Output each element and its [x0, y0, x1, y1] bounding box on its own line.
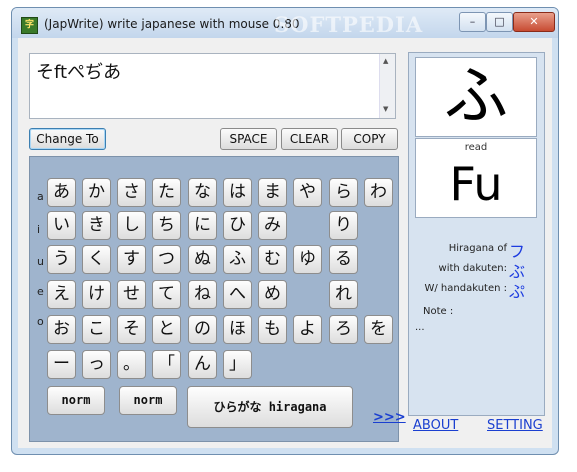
hiragana-of-label: Hiragana of [448, 243, 507, 254]
kana-key[interactable]: う [47, 245, 76, 274]
read-label: read [464, 142, 488, 153]
kana-key[interactable]: ろ [329, 315, 358, 344]
kana-key[interactable]: も [258, 315, 287, 344]
kana-key[interactable]: し [117, 211, 146, 240]
softpedia-watermark: SOFTPEDIA [274, 12, 424, 37]
vowel-label-i: i [37, 223, 41, 236]
kana-key[interactable]: ひ [223, 211, 252, 240]
kana-key[interactable]: く [82, 245, 111, 274]
kana-key[interactable]: よ [293, 315, 322, 344]
kana-key[interactable]: き [82, 211, 111, 240]
scroll-down-icon[interactable]: ▼ [383, 105, 388, 113]
kana-key[interactable]: い [47, 211, 76, 240]
kana-key[interactable]: み [258, 211, 287, 240]
kana-key[interactable]: ん [188, 350, 217, 379]
kana-key[interactable]: む [258, 245, 287, 274]
kana-key[interactable]: ほ [223, 315, 252, 344]
kana-key[interactable]: か [82, 178, 111, 207]
dakuten-label: with dakuten: [438, 263, 507, 274]
handakuten-label: W/ handakuten : [424, 283, 508, 294]
kana-key[interactable]: り [329, 211, 358, 240]
selected-character: ふ [415, 57, 537, 137]
kana-key[interactable]: ち [152, 211, 181, 240]
kana-key[interactable]: ー [47, 350, 76, 379]
kana-key[interactable]: え [47, 280, 76, 309]
more-link[interactable]: >>> [373, 410, 406, 425]
norm-button-1[interactable]: norm [47, 386, 105, 415]
clear-button[interactable]: CLEAR [281, 128, 338, 150]
kana-key[interactable]: ぬ [188, 245, 217, 274]
kana-key[interactable]: に [188, 211, 217, 240]
minimize-button[interactable]: – [459, 12, 486, 32]
app-window: 字 (JapWrite) write japanese with mouse 0… [11, 7, 559, 455]
norm-button-2[interactable]: norm [119, 386, 177, 415]
close-button[interactable]: ✕ [513, 12, 555, 32]
kana-key[interactable]: あ [47, 178, 76, 207]
kana-key[interactable]: わ [364, 178, 393, 207]
kana-key[interactable]: た [152, 178, 181, 207]
kana-key[interactable]: 」 [223, 350, 252, 379]
kana-key[interactable]: こ [82, 315, 111, 344]
maximize-button[interactable]: □ [486, 12, 513, 32]
scroll-up-icon[interactable]: ▲ [383, 57, 388, 65]
setting-link[interactable]: SETTING [487, 418, 543, 433]
kana-key[interactable]: さ [117, 178, 146, 207]
title-bar[interactable]: 字 (JapWrite) write japanese with mouse 0… [12, 8, 558, 38]
text-output-area[interactable]: そftぺぢあ ▲ ▼ [29, 53, 396, 119]
text-scrollbar[interactable]: ▲ ▼ [379, 54, 395, 118]
kana-key[interactable]: と [152, 315, 181, 344]
vowel-label-u: u [37, 255, 44, 268]
kana-key[interactable]: の [188, 315, 217, 344]
note-value: ... [415, 322, 425, 333]
kana-key[interactable]: ら [329, 178, 358, 207]
about-link[interactable]: ABOUT [413, 418, 458, 433]
kana-key[interactable]: へ [223, 280, 252, 309]
kana-key[interactable]: て [152, 280, 181, 309]
kana-key[interactable]: 。 [117, 350, 146, 379]
kana-key[interactable]: っ [82, 350, 111, 379]
vowel-label-a: a [37, 190, 44, 203]
script-mode-button[interactable]: ひらがな hiragana [187, 386, 353, 428]
kana-key[interactable]: な [188, 178, 217, 207]
text-output-value: そftぺぢあ [36, 62, 122, 83]
change-to-button[interactable]: Change To [29, 128, 106, 150]
preview-panel: ふ read Fu Hiragana of フ with dakuten: ぶ … [408, 52, 545, 416]
kana-key[interactable]: れ [329, 280, 358, 309]
kana-key[interactable]: め [258, 280, 287, 309]
copy-button[interactable]: COPY [341, 128, 398, 150]
window-title: (JapWrite) write japanese with mouse 0.8… [44, 17, 300, 31]
kana-key[interactable]: せ [117, 280, 146, 309]
kana-key[interactable]: ゆ [293, 245, 322, 274]
kana-key[interactable]: ま [258, 178, 287, 207]
client-area: そftぺぢあ ▲ ▼ Change To SPACE CLEAR COPY a … [18, 38, 552, 448]
kana-key[interactable]: ね [188, 280, 217, 309]
japwrite-app-icon[interactable]: 字 [21, 17, 38, 34]
space-button[interactable]: SPACE [220, 128, 277, 150]
note-label: Note : [423, 306, 454, 317]
kana-key[interactable]: 「 [152, 350, 181, 379]
handakuten-value: ぷ [509, 282, 526, 301]
kana-key[interactable]: す [117, 245, 146, 274]
kana-key[interactable]: そ [117, 315, 146, 344]
reading-box: read Fu [415, 138, 537, 218]
kana-key[interactable]: を [364, 315, 393, 344]
kana-key[interactable]: る [329, 245, 358, 274]
kana-key[interactable]: お [47, 315, 76, 344]
kana-key[interactable]: は [223, 178, 252, 207]
romaji-reading: Fu [449, 157, 503, 211]
kana-keyboard: a i u e o norm norm ひらがな hiragana >>> あか… [29, 156, 406, 442]
kana-key[interactable]: や [293, 178, 322, 207]
kana-key[interactable]: け [82, 280, 111, 309]
kana-key[interactable]: ふ [223, 245, 252, 274]
vowel-label-o: o [37, 315, 44, 328]
vowel-label-e: e [37, 285, 44, 298]
kana-key[interactable]: つ [152, 245, 181, 274]
